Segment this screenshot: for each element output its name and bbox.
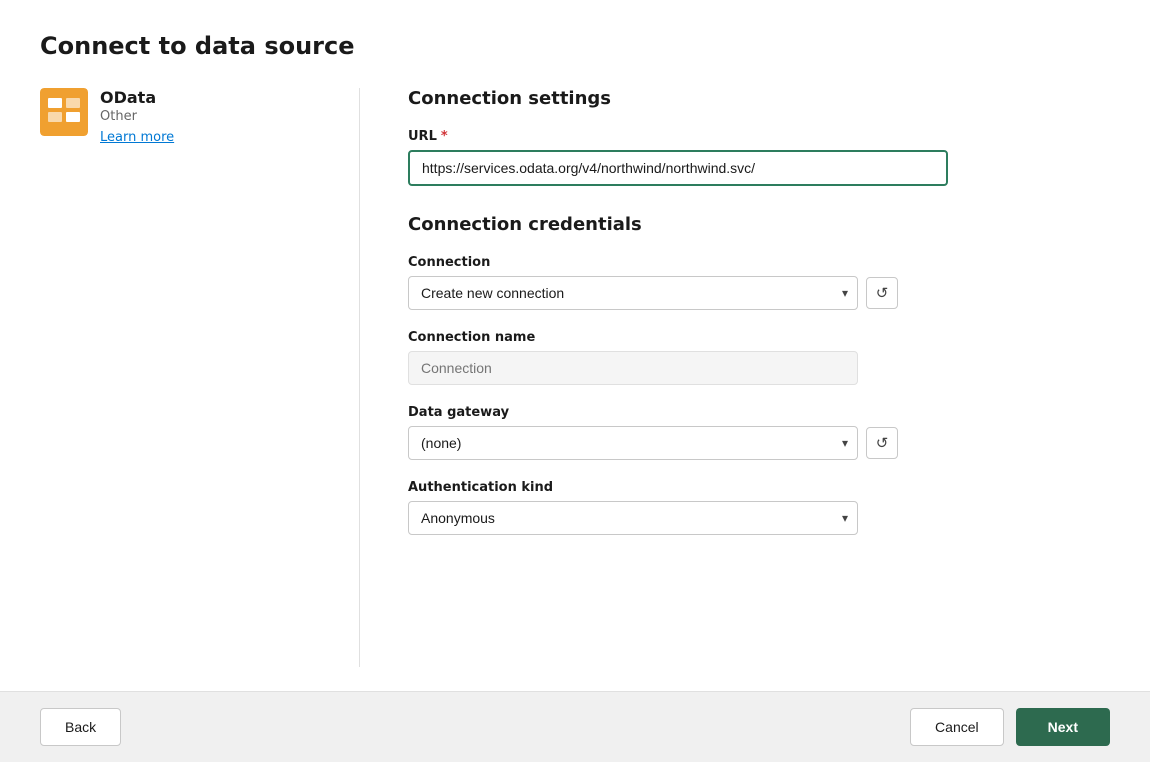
connection-refresh-icon: ↺ — [876, 284, 889, 302]
data-gateway-dropdown-wrapper: (none) ▾ — [408, 426, 858, 460]
connection-settings-title: Connection settings — [408, 88, 1110, 109]
authentication-kind-label: Authentication kind — [408, 480, 553, 495]
url-input[interactable] — [408, 150, 948, 186]
data-gateway-dropdown[interactable]: (none) — [408, 426, 858, 460]
connection-dropdown-wrapper: Create new connection ▾ — [408, 276, 858, 310]
cancel-button[interactable]: Cancel — [910, 708, 1004, 746]
data-gateway-label: Data gateway — [408, 405, 509, 420]
back-button[interactable]: Back — [40, 708, 121, 746]
footer: Back Cancel Next — [0, 691, 1150, 762]
connection-name-input[interactable] — [408, 351, 858, 385]
url-label: URL — [408, 129, 437, 144]
url-required-star: * — [441, 129, 448, 144]
page-title: Connect to data source — [40, 32, 1110, 60]
connection-credentials-title: Connection credentials — [408, 214, 1110, 235]
connection-dropdown[interactable]: Create new connection — [408, 276, 858, 310]
connector-icon — [40, 88, 88, 136]
data-gateway-refresh-icon: ↺ — [876, 434, 889, 452]
authentication-kind-dropdown[interactable]: Anonymous — [408, 501, 858, 535]
connector-name: OData — [100, 88, 174, 107]
connector-category: Other — [100, 109, 174, 124]
connection-name-label: Connection name — [408, 330, 535, 345]
next-button[interactable]: Next — [1016, 708, 1110, 746]
learn-more-link[interactable]: Learn more — [100, 130, 174, 145]
connection-label: Connection — [408, 255, 490, 270]
data-gateway-refresh-button[interactable]: ↺ — [866, 427, 898, 459]
connection-refresh-button[interactable]: ↺ — [866, 277, 898, 309]
authentication-kind-dropdown-wrapper: Anonymous ▾ — [408, 501, 858, 535]
